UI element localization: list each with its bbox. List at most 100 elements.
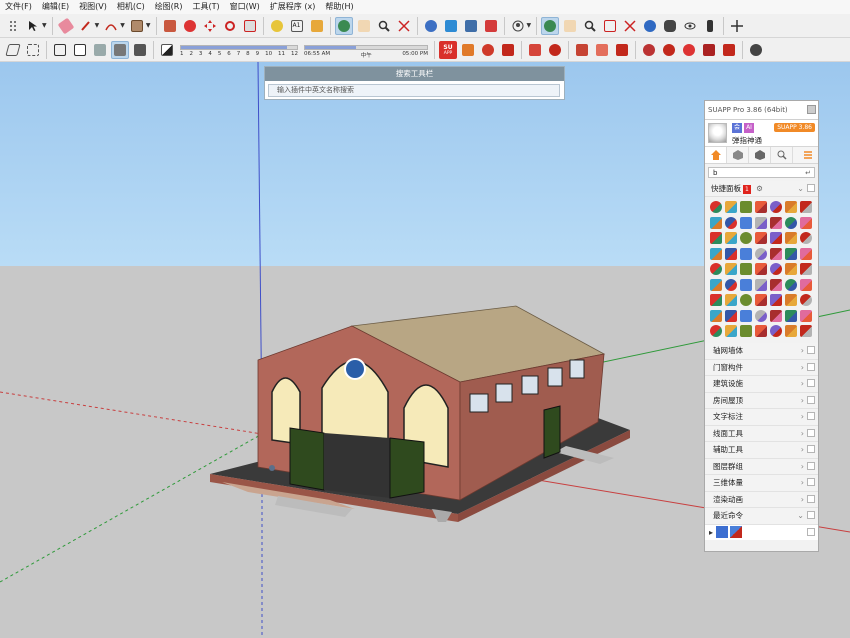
expand-icon[interactable]: [807, 527, 815, 536]
back-edges-icon[interactable]: [24, 41, 42, 59]
category-item[interactable]: 线面工具 ›: [705, 425, 818, 442]
category-item[interactable]: 图层群组 ›: [705, 458, 818, 475]
tool-icon[interactable]: [785, 232, 797, 244]
tool-icon[interactable]: [785, 294, 797, 306]
tool-icon[interactable]: [740, 201, 752, 213]
home-tab[interactable]: [705, 147, 727, 163]
tool-icon[interactable]: [800, 263, 812, 275]
tool-icon[interactable]: [785, 201, 797, 213]
walk-icon[interactable]: [701, 17, 719, 35]
pan-icon[interactable]: [355, 17, 373, 35]
tool-icon[interactable]: [755, 216, 767, 229]
expand-icon[interactable]: [807, 379, 815, 387]
tool-icon[interactable]: [770, 294, 782, 306]
expand-icon[interactable]: [807, 346, 815, 354]
account-icon[interactable]: [509, 17, 527, 35]
tool-icon[interactable]: [800, 201, 812, 213]
extension-manager-icon[interactable]: [482, 17, 500, 35]
plugin-tool-icon[interactable]: [640, 41, 658, 59]
tool-icon[interactable]: [710, 201, 722, 213]
shaded-textures-icon[interactable]: [111, 40, 129, 59]
plugin-tool-icon[interactable]: [526, 41, 544, 59]
tool-icon[interactable]: [770, 325, 782, 337]
arc-icon[interactable]: [102, 17, 120, 35]
tool-icon[interactable]: [785, 263, 797, 275]
menu-view[interactable]: 视图(V): [74, 0, 112, 14]
follow-me-icon[interactable]: [181, 17, 199, 35]
tool-icon[interactable]: [755, 294, 767, 306]
menu-file[interactable]: 文件(F): [0, 0, 37, 14]
eraser-icon[interactable]: [57, 17, 75, 35]
zoom-extents-icon[interactable]: [621, 17, 639, 35]
tool-icon[interactable]: [740, 294, 752, 306]
tool-icon[interactable]: [785, 309, 797, 322]
tool-icon[interactable]: [755, 201, 767, 213]
3d-warehouse-icon[interactable]: [422, 17, 440, 35]
chevron-down-icon[interactable]: ▼: [146, 22, 151, 29]
layout-icon[interactable]: [462, 17, 480, 35]
chevron-down-icon[interactable]: ▼: [120, 22, 125, 29]
shaded-icon[interactable]: [91, 41, 109, 59]
tool-icon[interactable]: [710, 232, 722, 244]
expand-icon[interactable]: [807, 412, 815, 420]
category-item[interactable]: 轴网墙体 ›: [705, 343, 818, 360]
menu-help[interactable]: 帮助(H): [320, 0, 358, 14]
expand-icon[interactable]: [807, 445, 815, 453]
monochrome-icon[interactable]: [131, 41, 149, 59]
pan-icon[interactable]: [561, 17, 579, 35]
zoom-icon[interactable]: [581, 17, 599, 35]
tool-icon[interactable]: [725, 263, 737, 275]
menu-tab[interactable]: [797, 147, 818, 163]
expand-icon[interactable]: [807, 428, 815, 437]
category-item[interactable]: 建筑设施 ›: [705, 376, 818, 393]
components-tab[interactable]: [727, 147, 749, 163]
tool-icon[interactable]: [755, 232, 767, 244]
expand-icon[interactable]: [807, 494, 815, 503]
material-icon[interactable]: [479, 41, 497, 59]
category-item[interactable]: 辅助工具 ›: [705, 442, 818, 459]
tool-icon[interactable]: [755, 263, 767, 275]
tool-icon[interactable]: [725, 278, 737, 291]
models-tab[interactable]: [749, 147, 771, 163]
menu-draw[interactable]: 绘图(R): [150, 0, 188, 14]
menu-edit[interactable]: 编辑(E): [37, 0, 74, 14]
category-item[interactable]: 渲染动画 ›: [705, 491, 818, 508]
plugin-tool-icon[interactable]: [546, 41, 564, 59]
chevron-down-icon[interactable]: ▼: [42, 22, 47, 29]
rotate-icon[interactable]: [221, 17, 239, 35]
tool-icon[interactable]: [800, 294, 812, 306]
tool-icon[interactable]: [785, 216, 797, 229]
tool-icon[interactable]: [710, 263, 722, 275]
menu-camera[interactable]: 相机(C): [112, 0, 150, 14]
tool-icon[interactable]: [710, 278, 722, 291]
tool-icon[interactable]: [770, 247, 782, 260]
menu-extensions[interactable]: 扩展程序 (x): [265, 0, 321, 14]
shadows-toggle-icon[interactable]: [158, 41, 176, 59]
tool-icon[interactable]: [725, 309, 737, 322]
category-item[interactable]: 文字标注 ›: [705, 409, 818, 426]
tool-icon[interactable]: [800, 309, 812, 322]
tool-icon[interactable]: [770, 278, 782, 291]
previous-view-icon[interactable]: [641, 17, 659, 35]
xray-icon[interactable]: [4, 41, 22, 59]
tool-icon[interactable]: [800, 278, 812, 291]
expand-icon[interactable]: [807, 184, 815, 192]
quick-panel-header[interactable]: 快捷面板 1 ⚙ ⌄: [705, 181, 818, 197]
month-slider-track[interactable]: [180, 44, 298, 50]
plugin-tool-icon[interactable]: [747, 41, 765, 59]
category-item[interactable]: 房间屋顶 ›: [705, 392, 818, 409]
tool-icon[interactable]: [740, 247, 752, 260]
category-item[interactable]: 三维体量 ›: [705, 475, 818, 492]
component-icon[interactable]: [459, 41, 477, 59]
tape-measure-icon[interactable]: [268, 17, 286, 35]
position-camera-icon[interactable]: [661, 17, 679, 35]
tool-icon[interactable]: [725, 325, 737, 337]
tool-icon[interactable]: [755, 278, 767, 291]
orbit-icon[interactable]: [541, 16, 560, 35]
hidden-line-icon[interactable]: [71, 41, 89, 59]
suapp-logo-icon[interactable]: SU APP: [439, 40, 457, 59]
zoom-icon[interactable]: [375, 17, 393, 35]
tool-icon[interactable]: [725, 216, 737, 229]
tool-icon[interactable]: [740, 309, 752, 322]
time-slider-track[interactable]: [304, 44, 428, 50]
